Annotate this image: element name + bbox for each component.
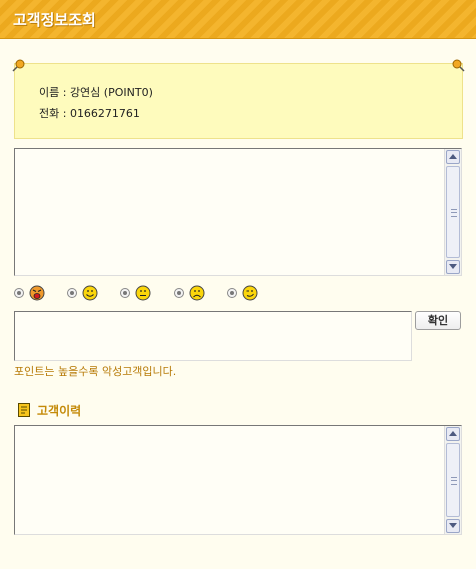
comment-input[interactable]	[14, 311, 412, 361]
neutral-face-icon	[135, 285, 151, 301]
scroll-thumb[interactable]	[446, 443, 460, 517]
rating-radio[interactable]	[227, 288, 237, 298]
title-bar: 고객정보조회	[0, 0, 476, 39]
wink-face-icon	[242, 285, 258, 301]
history-scrollbar[interactable]	[444, 426, 461, 534]
smile-face-icon	[82, 285, 98, 301]
arrow-down-icon	[449, 264, 457, 269]
memo-scrollbar[interactable]	[444, 149, 461, 275]
scroll-down-button[interactable]	[446, 260, 460, 274]
scroll-up-button[interactable]	[446, 150, 460, 164]
arrow-up-icon	[449, 431, 457, 436]
history-label: 고객이력	[37, 404, 82, 418]
memo-icon	[18, 403, 30, 417]
confirm-button[interactable]: 확인	[415, 311, 461, 330]
rating-radio[interactable]	[174, 288, 184, 298]
rating-radio[interactable]	[67, 288, 77, 298]
customer-name: 이름 : 강연심 (POINT0)	[39, 86, 153, 99]
scroll-down-button[interactable]	[446, 519, 460, 533]
pin-icon	[452, 59, 465, 72]
arrow-down-icon	[449, 523, 457, 528]
point-note: 포인트는 높을수록 악성고객입니다.	[14, 365, 177, 378]
scroll-up-button[interactable]	[446, 427, 460, 441]
customer-phone: 전화 : 0166271761	[39, 107, 140, 120]
memo-textarea[interactable]	[14, 148, 462, 276]
page-title: 고객정보조회	[13, 11, 96, 29]
very-angry-face-icon	[29, 285, 45, 301]
sad-face-icon	[189, 285, 205, 301]
pin-icon	[12, 59, 25, 72]
history-textarea[interactable]	[14, 425, 462, 535]
rating-radio[interactable]	[14, 288, 24, 298]
arrow-up-icon	[449, 154, 457, 159]
customer-info-box: 이름 : 강연심 (POINT0) 전화 : 0166271761	[12, 59, 465, 139]
scroll-thumb[interactable]	[446, 166, 460, 258]
rating-radio[interactable]	[120, 288, 130, 298]
